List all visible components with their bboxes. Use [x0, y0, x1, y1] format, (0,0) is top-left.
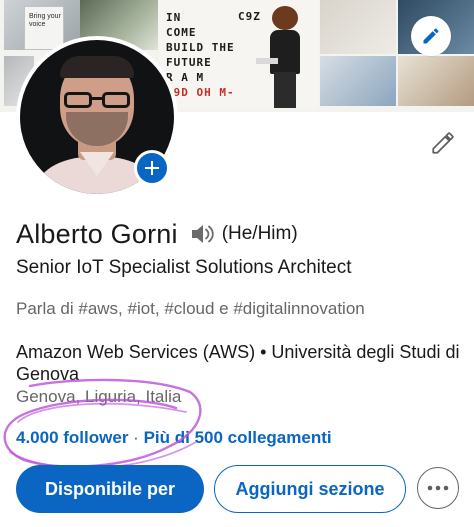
- profile-headline: Senior IoT Specialist Solutions Architec…: [16, 257, 352, 278]
- open-to-button[interactable]: Disponibile per: [16, 465, 204, 513]
- poster-line: FUTURE: [166, 56, 212, 69]
- poster-corner-text: C9Z: [238, 10, 261, 23]
- network-stats: 4.000 follower · Più di 500 collegamenti: [16, 428, 332, 448]
- banner-photo-poster: IN COME BUILD THE FUTURE R A M 39D OH M-…: [158, 0, 318, 108]
- tote-bag-text: Bring your voice: [29, 13, 61, 28]
- plus-icon: [145, 161, 159, 175]
- profile-location: Genova, Liguria, Italia: [16, 387, 182, 406]
- more-actions-button[interactable]: [417, 467, 459, 509]
- tote-bag: Bring your voice: [24, 6, 64, 50]
- banner-photo-4: [320, 0, 396, 54]
- connections-link[interactable]: Più di 500 collegamenti: [144, 428, 332, 447]
- profile-name: Alberto Gorni: [16, 218, 178, 249]
- banner-photo-8: [398, 56, 474, 106]
- add-photo-button[interactable]: [134, 150, 170, 186]
- poster-line: R A M: [166, 71, 205, 84]
- ellipsis-icon: [427, 485, 449, 491]
- pencil-icon: [432, 132, 454, 154]
- edit-profile-button[interactable]: [428, 128, 458, 158]
- talks-about: Parla di #aws, #iot, #cloud e #digitalin…: [16, 299, 365, 318]
- add-section-button[interactable]: Aggiungi sezione: [214, 465, 406, 513]
- open-to-label: Disponibile per: [44, 479, 176, 499]
- name-row: Alberto Gorni (He/Him): [16, 214, 298, 254]
- stats-separator: ·: [133, 428, 139, 447]
- followers-link[interactable]: 4.000 follower: [16, 428, 128, 447]
- poster-line: BUILD THE: [166, 41, 235, 54]
- banner-photo-7: [320, 56, 396, 106]
- company-education[interactable]: Amazon Web Services (AWS) • Università d…: [16, 341, 466, 385]
- pronouns: (He/Him): [221, 223, 298, 244]
- pencil-icon: [423, 28, 439, 44]
- edit-banner-button[interactable]: [411, 16, 451, 56]
- speaker-icon[interactable]: [190, 222, 216, 246]
- poster-text: IN COME BUILD THE FUTURE R A M 39D OH M-: [166, 10, 266, 100]
- poster-line: 39D OH M-: [166, 86, 235, 99]
- add-section-label: Aggiungi sezione: [235, 479, 385, 499]
- poster-line: COME: [166, 26, 197, 39]
- person-with-laptop: [256, 6, 308, 108]
